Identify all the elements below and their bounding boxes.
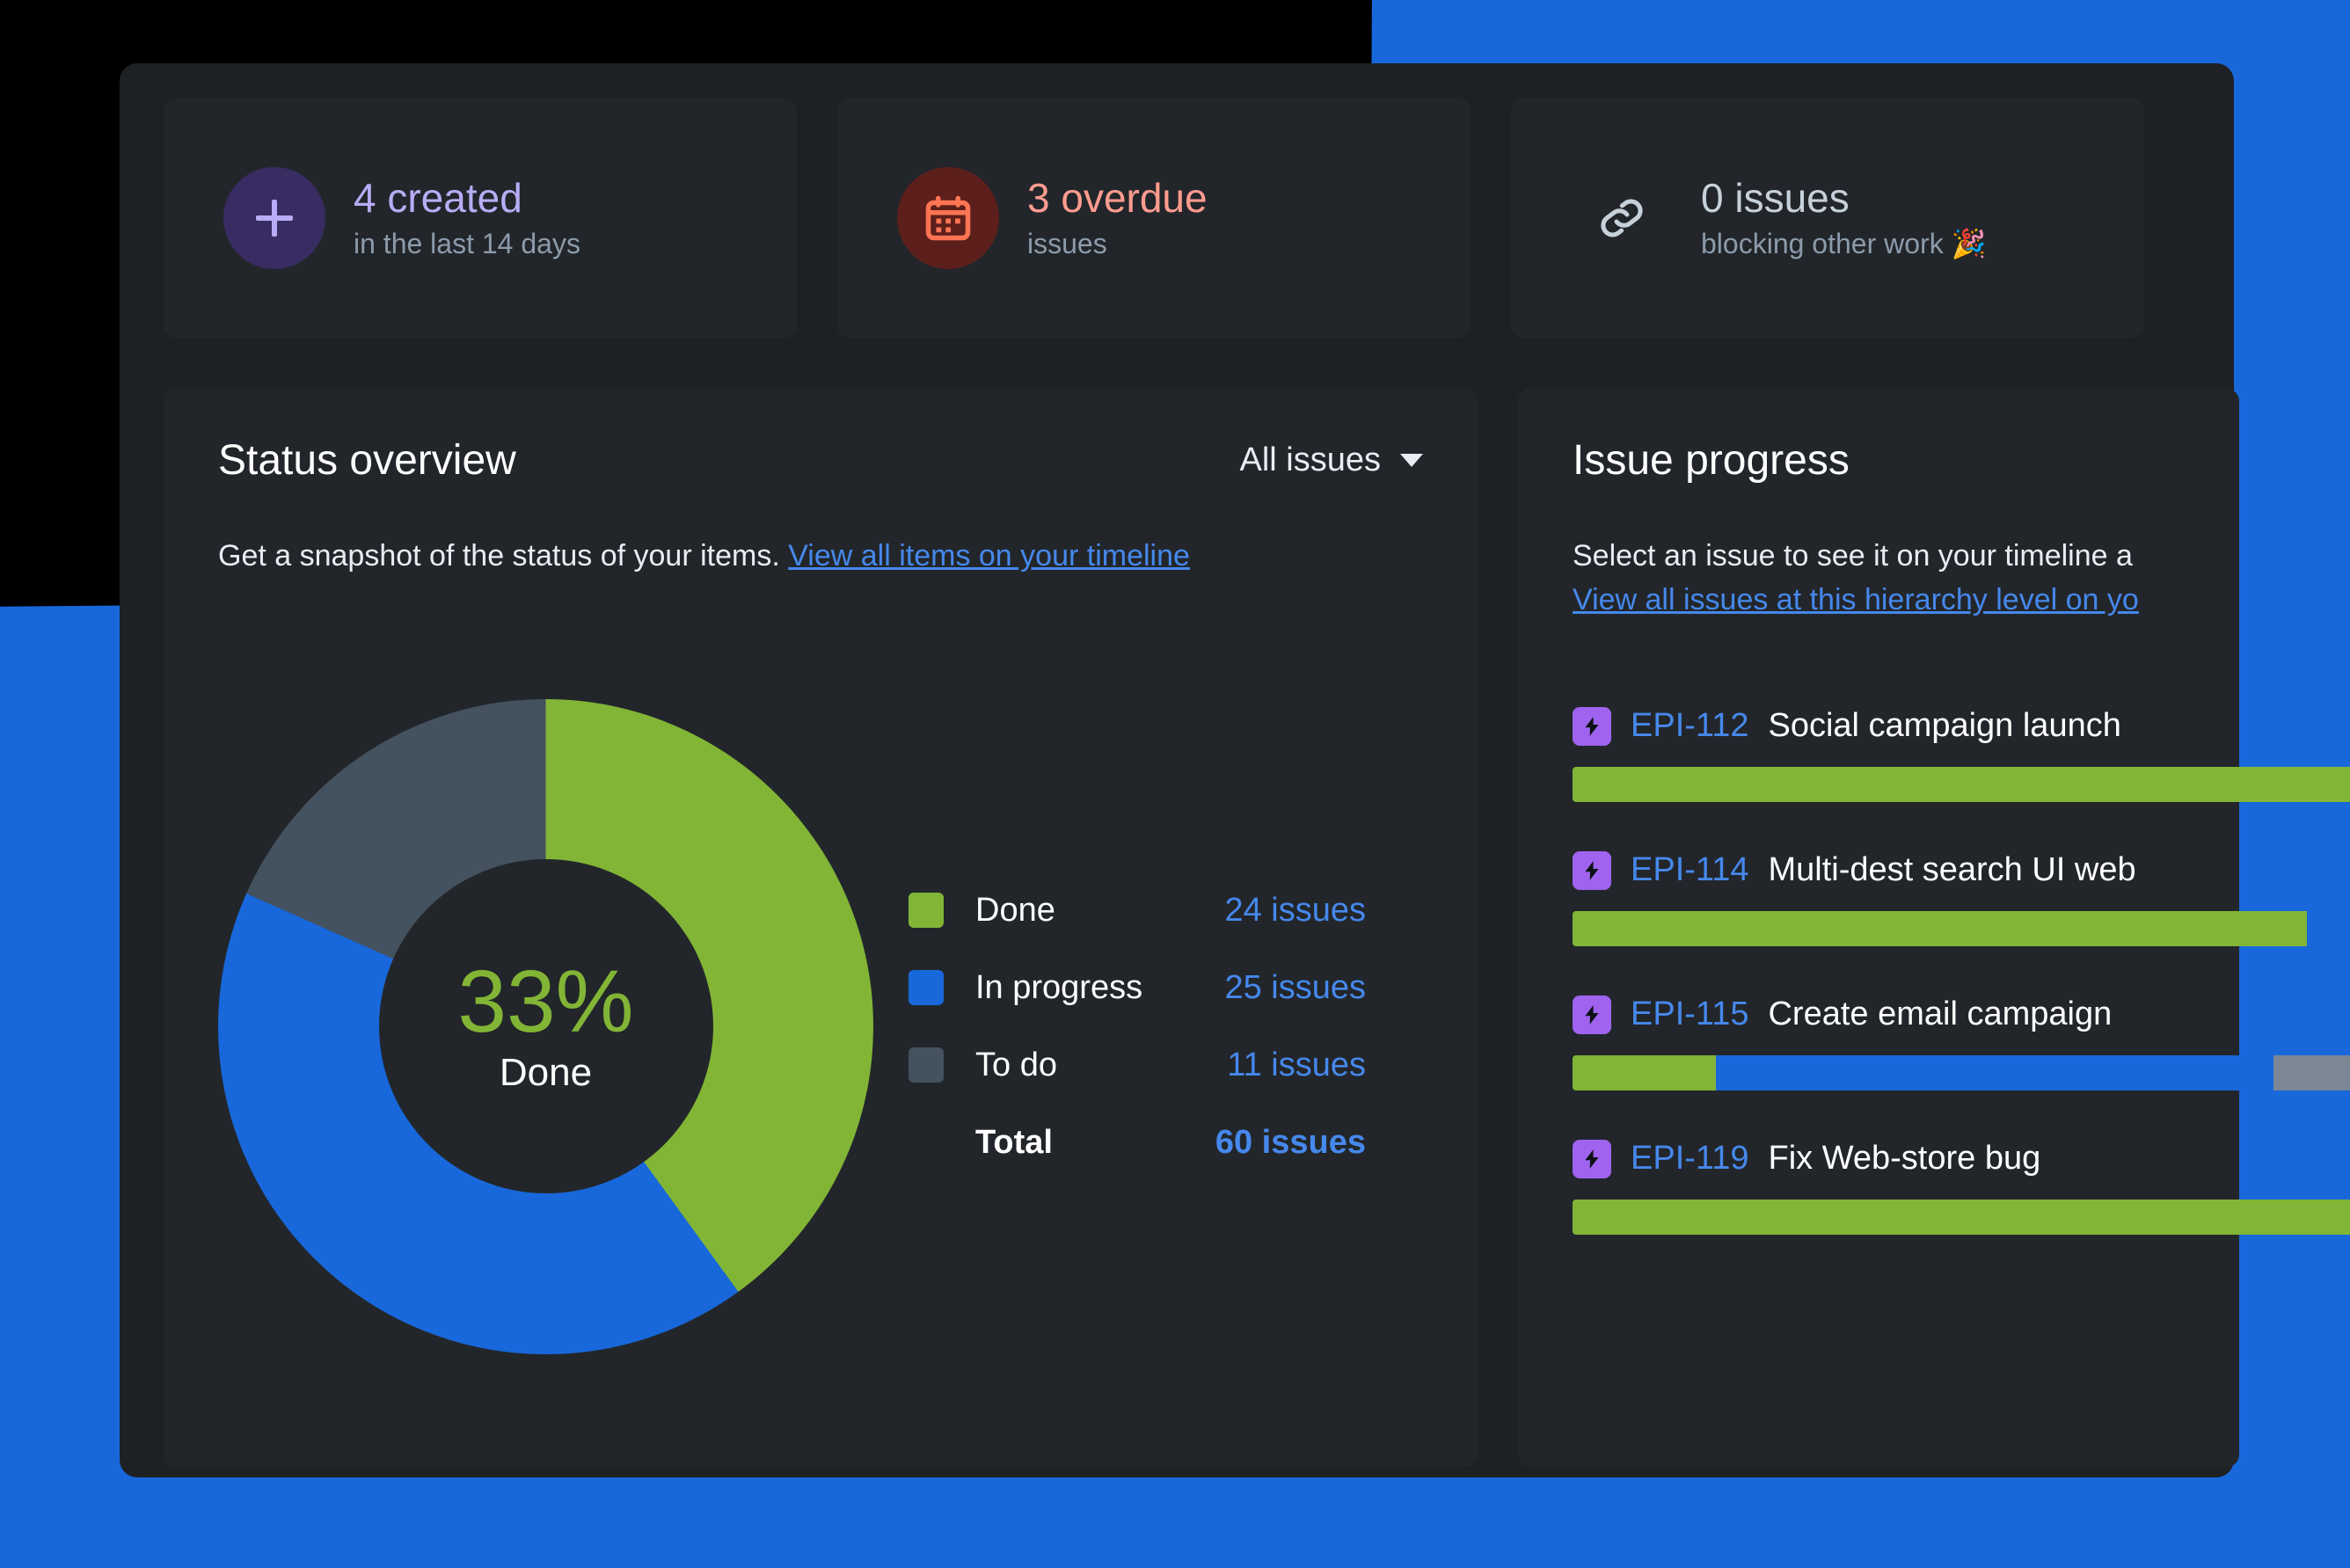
swatch-to-do [909,1047,944,1083]
legend-label-in-progress: In progress [975,968,1143,1006]
issue-progress-item[interactable]: EPI-119 Fix Web-store bug [1573,1139,2350,1235]
epic-icon [1573,1139,1611,1178]
progress-segment-done [1573,766,2350,802]
issue-progress-bar [1573,910,2350,946]
donut-percent: 33% [457,952,634,1051]
progress-segment-done [1573,910,2308,946]
legend-label-total: Total [975,1123,1053,1161]
blocking-count: 0 issues [1701,174,1850,221]
summary-card-blocking[interactable]: 0 issues blocking other work 🎉 [1511,98,2144,338]
chevron-down-icon [1400,454,1423,467]
overdue-subtitle: issues [1027,227,1107,259]
issue-progress-bar [1573,1054,2350,1090]
legend-value-to-do[interactable]: 11 issues [1227,1047,1366,1084]
issue-header: EPI-114 Multi-dest search UI web [1573,850,2185,890]
chart-legend: Done 24 issues In progress 25 issues To … [909,872,1366,1181]
created-subtitle: in the last 14 days [354,227,580,259]
overdue-count: 3 overdue [1027,175,1208,222]
issue-header: EPI-115 Create email campaign [1573,995,2185,1034]
issue-key[interactable]: EPI-119 [1631,1140,1748,1178]
legend-row-total: Total 60 issues [909,1104,1366,1181]
swatch-in-progress [909,970,944,1005]
progress-segment-done [1573,1199,2350,1235]
issue-key[interactable]: EPI-114 [1631,851,1748,889]
issue-summary: Social campaign launch [1768,707,2121,745]
link-icon [1571,167,1673,269]
epic-icon [1573,995,1611,1034]
status-overview-description-text: Get a snapshot of the status of your ite… [218,539,789,573]
issue-summary: Multi-dest search UI web [1768,851,2136,889]
issue-progress-title: Issue progress [1573,437,1850,484]
legend-value-in-progress[interactable]: 25 issues [1224,969,1366,1007]
swatch-total-spacer [909,1125,944,1160]
legend-row-done: Done 24 issues [909,872,1366,949]
created-count: 4 created [354,175,522,222]
issue-progress-description-text: Select an issue to see it on your timeli… [1573,539,2133,573]
swatch-done [909,893,944,928]
legend-label-to-do: To do [975,1046,1057,1083]
issue-filter-label: All issues [1239,441,1382,478]
issue-progress-item[interactable]: EPI-112 Social campaign launch [1573,706,2350,802]
blocking-subtitle: blocking other work 🎉 [1701,228,1987,260]
issue-progress-header: Issue progress [1573,436,2185,485]
legend-value-done[interactable]: 24 issues [1224,892,1366,930]
issue-filter-dropdown[interactable]: All issues [1239,441,1423,479]
calendar-icon [897,167,999,269]
legend-row-in-progress: In progress 25 issues [909,949,1366,1026]
issue-summary: Fix Web-store bug [1768,1140,2041,1178]
plus-icon [223,167,325,269]
progress-segment-prog [2307,910,2350,946]
issue-progress-item[interactable]: EPI-115 Create email campaign [1573,995,2350,1090]
view-all-items-link[interactable]: View all items on your timeline [788,539,1190,573]
summary-card-created[interactable]: 4 created in the last 14 days [164,98,797,338]
page-title: Status overview [218,437,516,484]
donut-wrapper: 33% Done [218,698,873,1354]
status-overview-description: Get a snapshot of the status of your ite… [218,534,1265,578]
progress-segment-done [1573,1054,1717,1090]
issue-header: EPI-112 Social campaign launch [1573,706,2185,746]
issue-progress-bar [1573,766,2350,802]
issue-progress-list: EPI-112 Social campaign launch EPI-114 Mult… [1573,706,2350,1235]
progress-segment-todo [2273,1054,2350,1090]
donut-center: 33% Done [378,859,713,1193]
issue-key[interactable]: EPI-115 [1631,995,1748,1033]
legend-label-done: Done [975,891,1055,929]
issue-progress-panel: Issue progress Select an issue to see it… [1518,389,2350,1467]
status-overview-header: Status overview All issues [218,436,1423,485]
progress-segment-prog [1716,1054,2273,1090]
issue-progress-item[interactable]: EPI-114 Multi-dest search UI web [1573,850,2350,946]
issue-progress-description: Select an issue to see it on your timeli… [1573,534,2185,623]
view-all-issues-link[interactable]: View all issues at this hierarchy level … [1573,583,2139,616]
summary-cards-row: 4 created in the last 14 days 3 overdue … [164,98,2144,338]
epic-icon [1573,706,1611,746]
dashboard-content: 4 created in the last 14 days 3 overdue … [164,98,2350,1470]
legend-row-to-do: To do 11 issues [909,1026,1366,1104]
issue-summary: Create email campaign [1768,995,2113,1033]
issue-key[interactable]: EPI-112 [1631,707,1748,745]
legend-value-total[interactable]: 60 issues [1215,1124,1366,1162]
status-donut-chart: 33% Done Done 24 issues In progress 25 i… [218,679,1423,1374]
donut-center-label: Done [499,1051,593,1094]
panels-row: Status overview All issues Get a snapsho… [164,389,2350,1467]
epic-icon [1573,850,1611,890]
status-overview-panel: Status overview All issues Get a snapsho… [164,389,1478,1467]
summary-card-overdue[interactable]: 3 overdue issues [837,98,1471,338]
issue-header: EPI-119 Fix Web-store bug [1573,1139,2185,1178]
issue-progress-bar [1573,1199,2350,1235]
screenshot-root: 4 created in the last 14 days 3 overdue … [0,0,2350,1568]
